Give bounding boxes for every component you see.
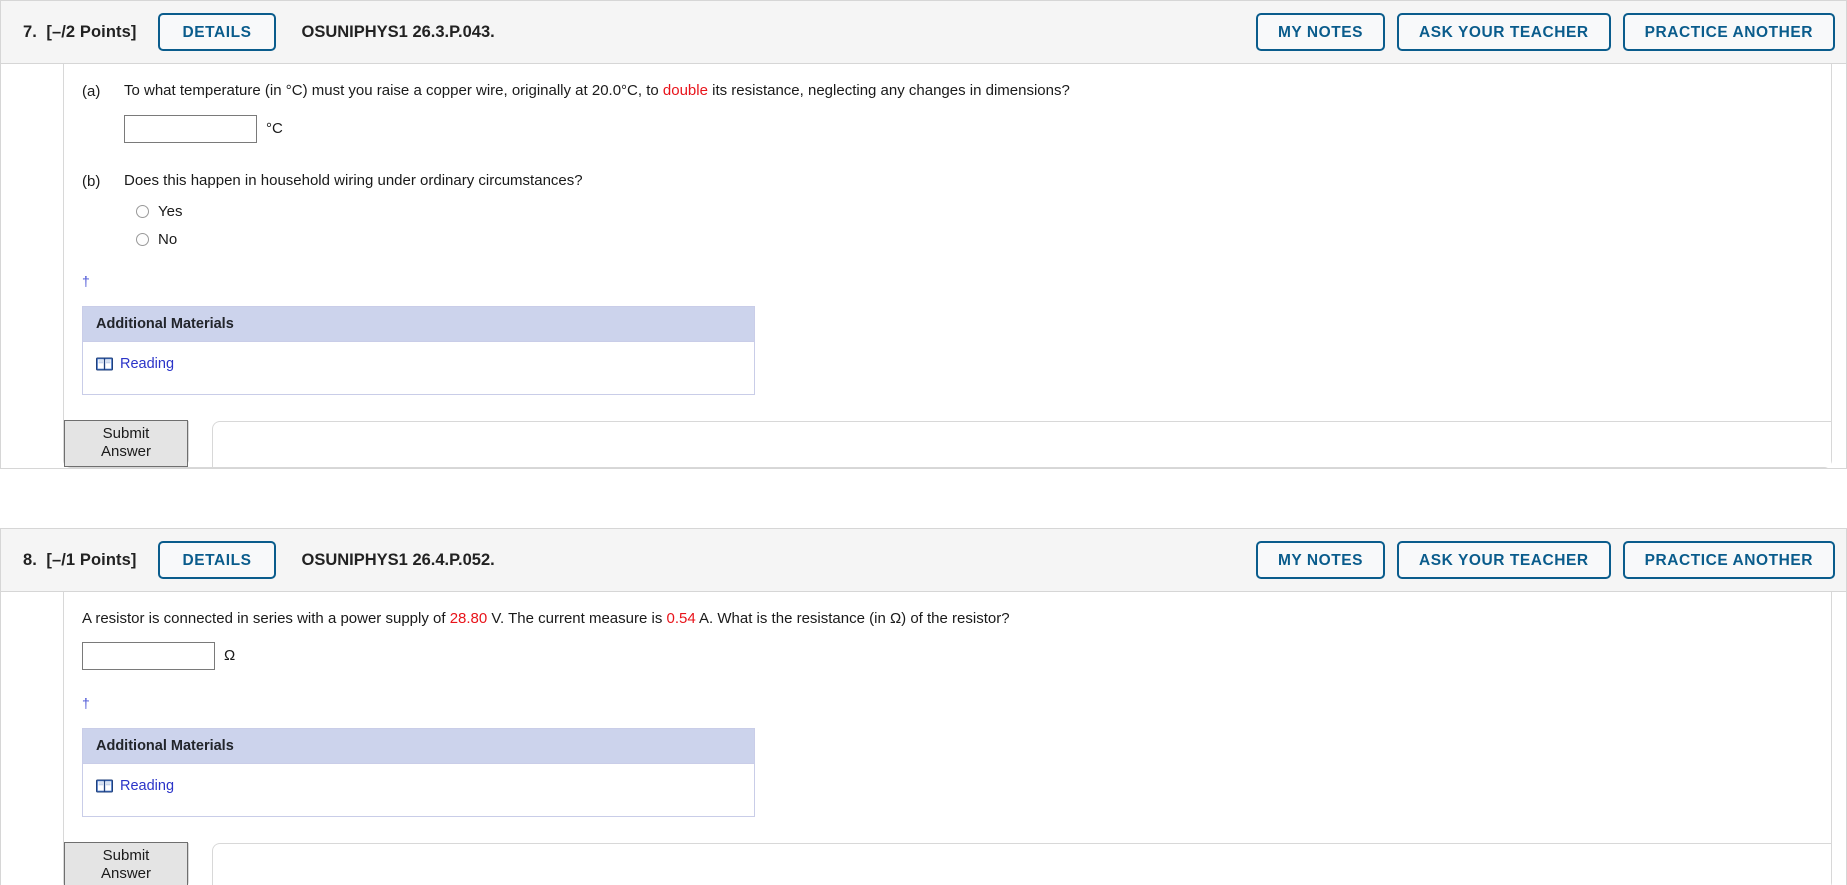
additional-materials-title: Additional Materials — [83, 306, 754, 342]
open-book-icon — [96, 779, 113, 793]
radio-group-b: Yes No — [136, 203, 1831, 248]
part-text-b: Does this happen in household wiring und… — [124, 171, 583, 189]
practice-another-button[interactable]: PRACTICE ANOTHER — [1622, 12, 1835, 52]
answer-input-resistance[interactable] — [82, 641, 215, 670]
submit-button-container-8: Submit Answer — [64, 841, 189, 885]
question-body-8: A resistor is connected in series with a… — [1, 592, 1846, 885]
submit-answer-button[interactable]: Submit Answer — [64, 419, 188, 467]
part-a-text-before: To what temperature (in °C) must you rai… — [124, 82, 663, 99]
additional-materials-panel-7: Additional Materials Reading — [82, 305, 755, 395]
question-code-7: OSUNIPHYS1 26.3.P.043. — [301, 22, 495, 41]
open-book-icon — [96, 357, 113, 371]
answer-input-a[interactable] — [124, 114, 257, 143]
submit-row-8: Submit Answer — [64, 841, 1831, 885]
details-button[interactable]: DETAILS — [158, 540, 276, 580]
submit-button-container-7: Submit Answer — [64, 419, 189, 467]
additional-materials-body: Reading — [83, 764, 754, 816]
submit-row-filler-8 — [212, 842, 1831, 885]
question-points-label: [–/1 Points] — [46, 550, 137, 569]
part-text-a: To what temperature (in °C) must you rai… — [124, 80, 1070, 102]
additional-materials-panel-8: Additional Materials Reading — [82, 727, 755, 817]
question-header-7: 7. [–/2 Points] DETAILS OSUNIPHYS1 26.3.… — [1, 1, 1846, 64]
submit-row-filler-7 — [212, 420, 1831, 467]
question-header-actions-8: MY NOTES ASK YOUR TEACHER PRACTICE ANOTH… — [1255, 540, 1835, 580]
my-notes-button[interactable]: MY NOTES — [1255, 12, 1386, 52]
question-header-8: 8. [–/1 Points] DETAILS OSUNIPHYS1 26.4.… — [1, 529, 1846, 592]
question-part-b: (b) Does this happen in household wiring… — [64, 170, 1831, 193]
prompt-voltage-value: 28.80 — [449, 610, 488, 627]
question-code-8: OSUNIPHYS1 26.4.P.052. — [301, 550, 495, 569]
question-card-7: 7. [–/2 Points] DETAILS OSUNIPHYS1 26.3.… — [0, 0, 1847, 469]
radio-label-no: No — [158, 230, 178, 248]
question-card-8: 8. [–/1 Points] DETAILS OSUNIPHYS1 26.4.… — [0, 528, 1847, 885]
question-number-8: 8. [–/1 Points] — [23, 551, 136, 570]
prompt-seg-2: V. The current measure is — [487, 610, 667, 627]
dagger-footnote-marker: † — [82, 272, 90, 289]
radio-circle-icon[interactable] — [136, 232, 149, 246]
ask-your-teacher-button[interactable]: ASK YOUR TEACHER — [1397, 12, 1611, 52]
prompt-seg-3: A. What is the resistance (in Ω) of the … — [695, 610, 1010, 627]
additional-materials-body: Reading — [83, 342, 754, 394]
submit-answer-button[interactable]: Submit Answer — [64, 841, 188, 885]
radio-option-no[interactable]: No — [136, 231, 1831, 248]
ask-your-teacher-button[interactable]: ASK YOUR TEACHER — [1397, 540, 1611, 580]
answer-unit-a: °C — [266, 120, 283, 138]
homework-page: 7. [–/2 Points] DETAILS OSUNIPHYS1 26.3.… — [0, 0, 1847, 885]
part-a-text-after: its resistance, neglecting any changes i… — [707, 82, 1070, 99]
question-index-label: 8. — [23, 550, 37, 569]
prompt-current-value: 0.54 — [666, 610, 696, 627]
question-header-actions-7: MY NOTES ASK YOUR TEACHER PRACTICE ANOTH… — [1255, 12, 1835, 52]
prompt-seg-1: A resistor is connected in series with a… — [82, 610, 450, 627]
part-label-b: (b) — [82, 172, 101, 190]
radio-label-yes: Yes — [158, 202, 183, 220]
question-part-a: (a) To what temperature (in °C) must you… — [64, 80, 1831, 103]
prompt-text-8: A resistor is connected in series with a… — [82, 608, 1010, 630]
part-a-highlight: double — [662, 82, 708, 99]
question-prompt-8: A resistor is connected in series with a… — [64, 608, 1831, 630]
question-inner-8: A resistor is connected in series with a… — [63, 592, 1832, 885]
reading-link[interactable]: Reading — [120, 778, 174, 794]
part-label-a: (a) — [82, 83, 101, 100]
additional-materials-title: Additional Materials — [83, 728, 754, 764]
question-inner-7: (a) To what temperature (in °C) must you… — [63, 64, 1832, 468]
answer-row-a: °C — [124, 114, 1831, 143]
answer-unit-ohm: Ω — [224, 647, 236, 665]
question-index-label: 7. — [23, 22, 37, 41]
dagger-footnote-marker: † — [82, 694, 90, 711]
submit-row-7: Submit Answer — [64, 419, 1831, 467]
radio-option-yes[interactable]: Yes — [136, 203, 1831, 220]
radio-circle-icon[interactable] — [136, 204, 149, 218]
practice-another-button[interactable]: PRACTICE ANOTHER — [1622, 540, 1835, 580]
answer-row-8: Ω — [82, 641, 1831, 670]
question-number-7: 7. [–/2 Points] — [23, 23, 136, 42]
reading-link[interactable]: Reading — [120, 356, 174, 372]
question-body-7: (a) To what temperature (in °C) must you… — [1, 64, 1846, 468]
question-points-label: [–/2 Points] — [46, 22, 137, 41]
my-notes-button[interactable]: MY NOTES — [1255, 540, 1386, 580]
details-button[interactable]: DETAILS — [158, 12, 276, 52]
